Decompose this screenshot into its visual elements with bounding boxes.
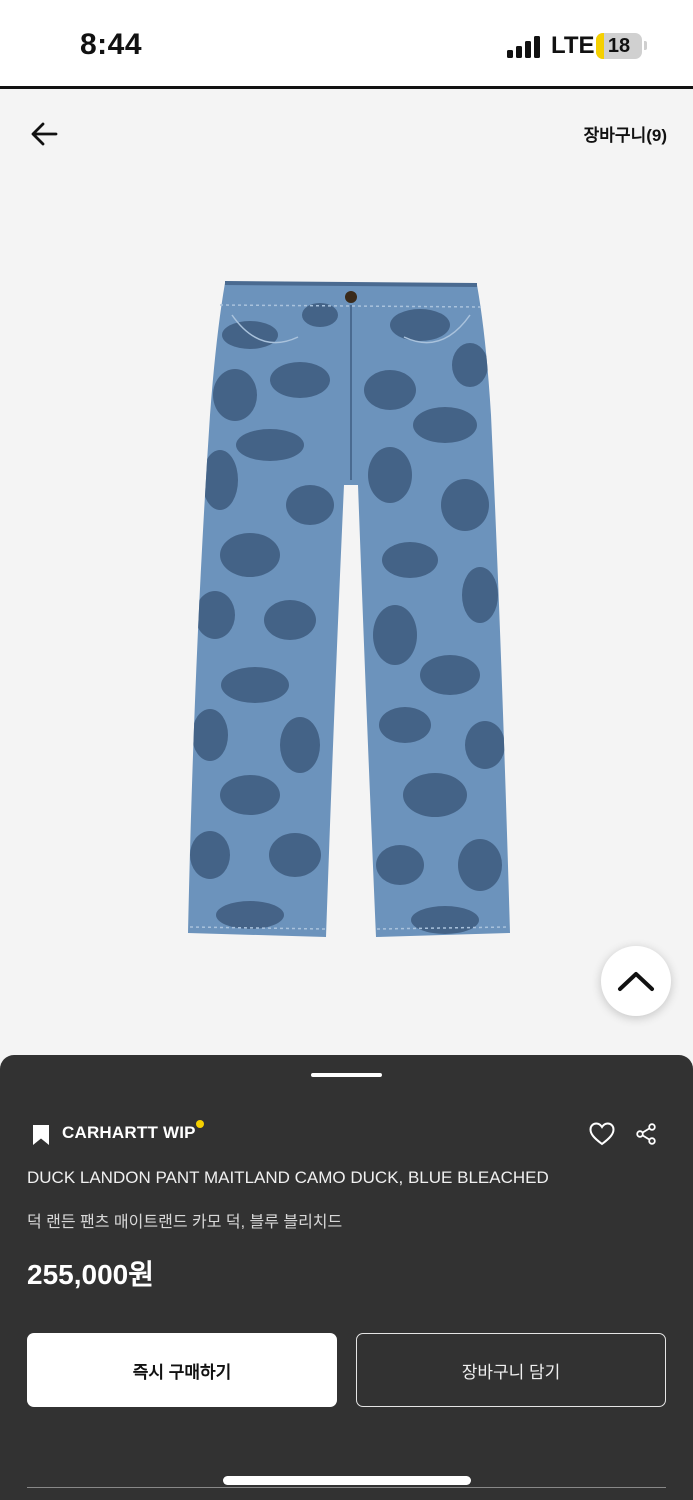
add-to-cart-button[interactable]: 장바구니 담기 xyxy=(356,1333,666,1407)
product-name-en: DUCK LANDON PANT MAITLAND CAMO DUCK, BLU… xyxy=(27,1168,549,1187)
battery-icon: 18 xyxy=(596,33,642,59)
product-image xyxy=(188,281,510,937)
home-indicator[interactable] xyxy=(223,1476,471,1485)
status-bar: 8:44 LTE 18 xyxy=(0,0,693,86)
arrow-left-icon xyxy=(31,122,58,146)
buy-now-button[interactable]: 즉시 구매하기 xyxy=(27,1333,337,1407)
header-divider xyxy=(0,86,693,89)
network-type: LTE xyxy=(551,32,595,59)
sheet-drag-handle[interactable] xyxy=(311,1073,382,1077)
signal-icon xyxy=(507,36,543,58)
battery-tip xyxy=(644,41,647,50)
brand-new-badge xyxy=(196,1120,204,1128)
bookmark-icon[interactable] xyxy=(32,1124,50,1146)
back-button[interactable] xyxy=(26,116,62,152)
product-name-ko: 덕 랜든 팬츠 매이트랜드 카모 덕, 블루 블리치드 xyxy=(27,1214,343,1231)
brand-name[interactable]: CARHARTT WIP xyxy=(62,1123,196,1143)
cart-link[interactable]: 장바구니(9) xyxy=(584,121,667,146)
share-icon[interactable] xyxy=(636,1123,656,1145)
scroll-top-button[interactable] xyxy=(601,946,671,1016)
bottom-divider xyxy=(27,1487,666,1488)
heart-icon[interactable] xyxy=(589,1122,615,1146)
product-price: 255,000원 xyxy=(27,1259,154,1290)
chevron-up-icon xyxy=(618,972,654,991)
battery-level: 18 xyxy=(607,35,631,57)
product-info-sheet: CARHARTT WIP DUCK LANDON PANT MAITLAND C… xyxy=(0,1055,693,1500)
status-time: 8:44 xyxy=(80,28,143,61)
